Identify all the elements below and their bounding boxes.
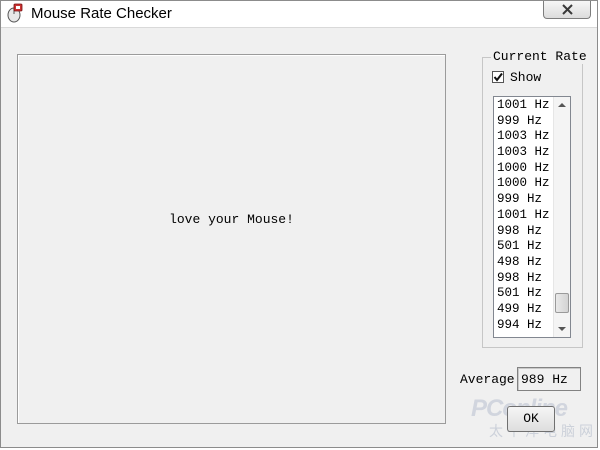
mouse-test-area[interactable]: love your Mouse! bbox=[17, 54, 446, 424]
list-item[interactable]: 1003 Hz bbox=[497, 129, 553, 145]
list-item[interactable]: 998 Hz bbox=[497, 224, 553, 240]
check-icon bbox=[493, 72, 503, 82]
show-checkbox-row[interactable]: Show bbox=[492, 69, 541, 85]
chevron-down-icon bbox=[558, 327, 566, 331]
current-rate-group: Current Rate Show 1001 Hz 999 Hz 1003 Hz… bbox=[482, 49, 589, 348]
list-item[interactable]: 1001 Hz bbox=[497, 98, 553, 114]
rate-listbox[interactable]: 1001 Hz 999 Hz 1003 Hz 1003 Hz 1000 Hz 1… bbox=[493, 96, 571, 338]
list-item[interactable]: 499 Hz bbox=[497, 302, 553, 318]
list-item[interactable]: 999 Hz bbox=[497, 192, 553, 208]
show-checkbox[interactable] bbox=[492, 71, 504, 83]
close-button[interactable] bbox=[543, 1, 591, 19]
ok-button[interactable]: OK bbox=[507, 406, 555, 432]
list-item[interactable]: 998 Hz bbox=[497, 271, 553, 287]
list-item[interactable]: 501 Hz bbox=[497, 239, 553, 255]
list-item[interactable]: 501 Hz bbox=[497, 286, 553, 302]
scroll-up-button[interactable] bbox=[554, 97, 570, 113]
list-item[interactable]: 1003 Hz bbox=[497, 145, 553, 161]
current-rate-label: Current Rate bbox=[491, 49, 589, 64]
show-label: Show bbox=[510, 69, 542, 85]
scroll-thumb[interactable] bbox=[555, 293, 569, 313]
average-label: Average bbox=[460, 372, 515, 387]
title-bar[interactable]: Mouse Rate Checker bbox=[1, 1, 597, 28]
main-window: Mouse Rate Checker love your Mouse! Curr… bbox=[0, 0, 598, 448]
close-icon bbox=[562, 4, 573, 15]
list-item[interactable]: 1000 Hz bbox=[497, 161, 553, 177]
canvas-message: love your Mouse! bbox=[169, 212, 294, 227]
average-value-field: 989 Hz bbox=[517, 367, 581, 391]
chevron-up-icon bbox=[558, 103, 566, 107]
scroll-down-button[interactable] bbox=[554, 321, 570, 337]
rate-list: 1001 Hz 999 Hz 1003 Hz 1003 Hz 1000 Hz 1… bbox=[497, 98, 553, 333]
list-item[interactable]: 1000 Hz bbox=[497, 176, 553, 192]
list-item[interactable]: 498 Hz bbox=[497, 255, 553, 271]
list-item[interactable]: 1001 Hz bbox=[497, 208, 553, 224]
list-scrollbar[interactable] bbox=[553, 97, 570, 337]
window-title: Mouse Rate Checker bbox=[31, 5, 172, 22]
list-item[interactable]: 999 Hz bbox=[497, 114, 553, 130]
list-item[interactable]: 994 Hz bbox=[497, 318, 553, 334]
mouse-app-icon bbox=[5, 3, 23, 23]
